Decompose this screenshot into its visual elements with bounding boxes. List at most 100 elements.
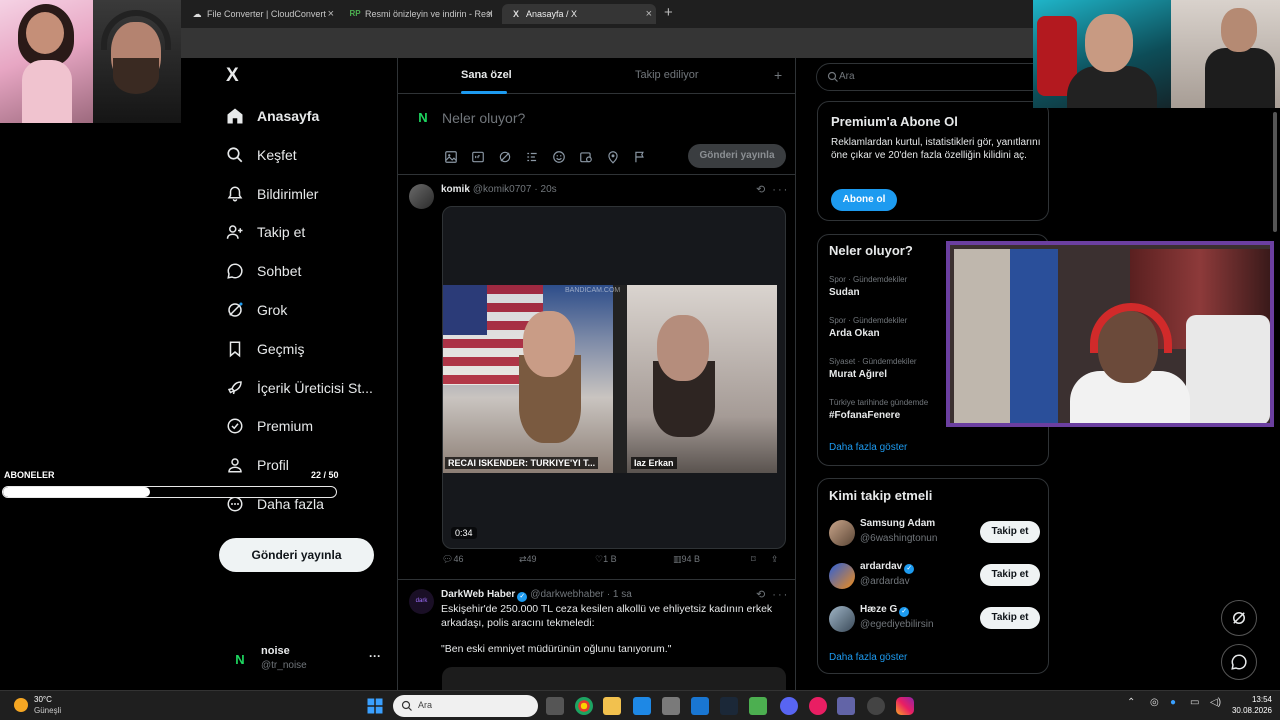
more-icon[interactable]: ··· [369, 649, 381, 663]
tweet-menu[interactable]: ⟲ ··· [756, 183, 789, 196]
post-button[interactable]: Gönderi yayınla [219, 538, 374, 572]
nav-item-notifications[interactable]: Bildirimler [226, 180, 318, 208]
tab-resmi[interactable]: RP Resmi önizleyin ve indirin - Resi × [341, 4, 497, 24]
close-tab-icon[interactable]: × [487, 4, 493, 24]
more-icon[interactable]: ··· [772, 184, 789, 196]
mic-icon[interactable]: ● [1170, 697, 1176, 708]
follow-suggestion[interactable]: ardardav ✓ @ardardav Takip et [829, 559, 1041, 593]
obs-icon[interactable] [867, 697, 885, 715]
trends-show-more-link[interactable]: Daha fazla göster [829, 442, 907, 453]
nav-item-home[interactable]: Anasayfa [226, 102, 319, 130]
compose-input[interactable]: Neler oluyor? [442, 110, 525, 126]
retweet-button[interactable]: ⇄ 49 [519, 554, 537, 565]
media-player-icon[interactable] [809, 697, 827, 715]
taskbar: 30°C Güneşli Ara ⌃ ◎ ● ▭ ◁) 13:54 30.08.… [0, 690, 1280, 720]
tweet[interactable]: komik @komik0707 · 20s ⟲ ··· BANDICAM.COM … [398, 176, 795, 580]
avatar[interactable]: dark [409, 589, 434, 614]
messages-button[interactable] [1221, 644, 1257, 680]
nav-item-premium[interactable]: Premium [226, 412, 313, 440]
tweet-media[interactable] [442, 667, 786, 690]
display-icon[interactable]: ▭ [1190, 697, 1199, 708]
views-button[interactable]: ▥ 94 B [673, 554, 700, 565]
tab-anasayfa-x[interactable]: X Anasayfa / X × [502, 4, 656, 24]
discord-icon[interactable] [780, 697, 798, 715]
add-tab-button[interactable]: + [774, 67, 782, 83]
grok-button[interactable] [1221, 600, 1257, 636]
store-icon[interactable] [633, 697, 651, 715]
new-tab-button[interactable]: + [664, 4, 673, 22]
tab-for-you[interactable]: Sana özel [461, 69, 512, 81]
search-input[interactable]: Ara [816, 63, 1050, 91]
close-tab-icon[interactable]: × [646, 4, 652, 24]
cam-closet [1010, 249, 1058, 423]
clock[interactable]: 13:54 30.08.2026 [1228, 695, 1272, 715]
nav-item-chat[interactable]: Sohbet [226, 257, 301, 285]
nav-item-creator-studio[interactable]: İçerik Üreticisi St... [226, 374, 373, 402]
like-button[interactable]: ♡ 1 B [595, 554, 617, 565]
nav-item-bookmarks[interactable]: Geçmiş [226, 335, 304, 363]
suggestion-name: Hæze G ✓ [860, 604, 910, 617]
follow-button[interactable]: Takip et [980, 564, 1040, 586]
network-icon[interactable]: ◎ [1150, 697, 1159, 708]
mail-icon[interactable] [691, 697, 709, 715]
reply-button[interactable]: 💬︎ 46 [442, 554, 463, 565]
more-icon[interactable]: ··· [772, 589, 789, 601]
chrome-icon[interactable] [575, 697, 593, 715]
account-switcher[interactable]: N noise @tr_noise ··· [229, 643, 389, 675]
image-icon[interactable] [442, 148, 459, 165]
gif-icon[interactable] [469, 148, 486, 165]
cam-body [1067, 66, 1157, 108]
grok-icon[interactable]: ⟲ [756, 589, 767, 601]
nav-item-explore[interactable]: Keşfet [226, 141, 297, 169]
file-explorer-icon[interactable] [603, 697, 621, 715]
nav-item-profile[interactable]: Profil [226, 451, 289, 479]
location-icon[interactable] [604, 148, 621, 165]
grok-icon[interactable]: ⟲ [756, 184, 767, 196]
streamer-webcam [946, 241, 1274, 427]
minecraft-icon[interactable] [749, 697, 767, 715]
video-player[interactable]: BANDICAM.COM RECAI ISKENDER: TURKIYE'YI … [442, 206, 786, 549]
close-tab-icon[interactable]: × [328, 4, 334, 24]
bookmark-icon[interactable]: ⌑ [751, 554, 756, 565]
tweet-author[interactable]: DarkWeb Haber ✓ @darkwebhaber · 1 sa [441, 589, 632, 602]
tweet-author[interactable]: komik @komik0707 · 20s [441, 184, 557, 195]
avatar[interactable] [829, 606, 855, 632]
subscribe-button[interactable]: Abone ol [831, 189, 897, 211]
app-icon[interactable] [662, 697, 680, 715]
share-icon[interactable]: ⇪ [771, 554, 779, 565]
scrollbar-thumb[interactable] [1273, 112, 1277, 232]
avatar[interactable] [409, 184, 434, 209]
volume-icon[interactable]: ◁) [1210, 697, 1221, 708]
compose-post-button[interactable]: Gönderi yayınla [688, 144, 786, 168]
follow-button[interactable]: Takip et [980, 521, 1040, 543]
grok-icon[interactable] [496, 148, 513, 165]
tab-following[interactable]: Takip ediliyor [635, 69, 699, 81]
follow-suggestion[interactable]: Samsung Adam @6washingtonun Takip et [829, 516, 1041, 550]
tab-cloudconvert[interactable]: ☁ File Converter | CloudConvert × [183, 4, 338, 24]
steam-icon[interactable] [720, 697, 738, 715]
follow-suggestion[interactable]: Hæze G ✓ @egediyebilirsin Takip et [829, 602, 1041, 636]
taskbar-search-input[interactable]: Ara [393, 695, 538, 717]
avatar[interactable] [829, 520, 855, 546]
start-icon[interactable] [366, 697, 384, 715]
teams-icon[interactable] [837, 697, 855, 715]
instagram-icon[interactable] [896, 697, 914, 715]
tweet-menu[interactable]: ⟲ ··· [756, 588, 789, 601]
nav-item-follow[interactable]: Takip et [226, 218, 305, 246]
video-caption-right: Iaz Erkan [631, 457, 677, 469]
rp-icon: RP [349, 9, 361, 18]
flag-icon[interactable] [631, 148, 648, 165]
nav-label: Anasayfa [257, 108, 320, 124]
task-view-icon[interactable] [546, 697, 564, 715]
schedule-icon[interactable] [577, 148, 594, 165]
tray-chevron-icon[interactable]: ⌃ [1127, 697, 1135, 708]
tweet[interactable]: dark DarkWeb Haber ✓ @darkwebhaber · 1 sa ⟲… [398, 581, 795, 690]
poll-icon[interactable] [523, 148, 540, 165]
follow-show-more-link[interactable]: Daha fazla göster [829, 652, 907, 663]
follow-button[interactable]: Takip et [980, 607, 1040, 629]
emoji-icon[interactable] [550, 148, 567, 165]
nav-item-grok[interactable]: Grok [226, 296, 287, 324]
avatar[interactable] [829, 563, 855, 589]
x-logo-icon[interactable]: X [226, 66, 246, 86]
rocket-icon [226, 379, 244, 397]
